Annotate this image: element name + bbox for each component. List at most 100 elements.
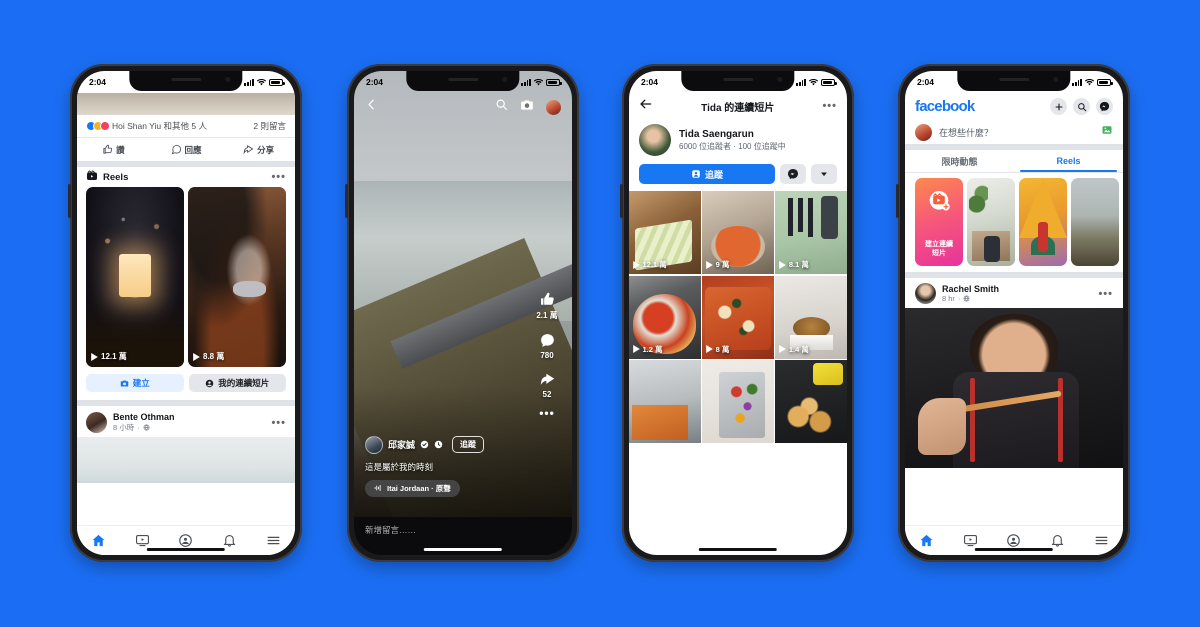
check-badge-icon xyxy=(420,440,429,449)
tab-notifications[interactable] xyxy=(1036,533,1080,548)
reactions-text[interactable]: Hoi Shan Yiu 和其他 5 人 xyxy=(112,120,207,132)
view-count: 1.4 萬 xyxy=(779,344,809,355)
comments-count[interactable]: 2 則留言 xyxy=(253,120,286,132)
comment-placeholder: 新增留言…… xyxy=(365,525,417,535)
messenger-button[interactable] xyxy=(780,164,806,184)
post-image[interactable] xyxy=(905,308,1123,468)
post-menu-icon[interactable]: ••• xyxy=(271,417,286,428)
reel-share-action[interactable]: 52 xyxy=(539,371,556,399)
view-count-label: 12.1 萬 xyxy=(101,352,127,361)
post-author-name[interactable]: Bente Othman xyxy=(113,412,175,422)
create-reel-label: 建立連續 短片 xyxy=(925,240,953,257)
tab-video[interactable] xyxy=(121,533,165,548)
reel-more-action[interactable]: ••• xyxy=(539,407,555,419)
front-camera xyxy=(225,77,231,82)
ellipsis-icon[interactable]: ••• xyxy=(822,101,837,112)
reel-comment-action[interactable]: 780 xyxy=(539,332,556,360)
avatar[interactable] xyxy=(86,412,107,433)
search-icon[interactable] xyxy=(1073,98,1090,115)
tab-video[interactable] xyxy=(949,533,993,548)
post-menu-icon[interactable]: ••• xyxy=(1098,288,1113,299)
more-options-button[interactable] xyxy=(811,164,837,184)
reel-like-action[interactable]: 2.1 萬 xyxy=(536,291,558,321)
tab-reels[interactable]: Reels xyxy=(1014,150,1123,172)
post-meta: 8 hr · xyxy=(942,294,999,303)
reel-view-count: 12.1 萬 xyxy=(91,351,127,362)
grid-cell[interactable]: 8 萬 xyxy=(702,275,774,359)
reel-author-name[interactable]: 邱家誠 xyxy=(388,438,415,451)
tab-stories[interactable]: 限時動態 xyxy=(905,150,1014,172)
battery-icon xyxy=(1097,78,1113,86)
grid-cell[interactable] xyxy=(702,360,774,443)
reel-thumbnail[interactable]: 12.1 萬 xyxy=(86,187,184,367)
follow-button[interactable]: 追蹤 xyxy=(452,436,485,453)
tab-home[interactable] xyxy=(905,533,949,548)
my-reels-label: 我的連續短片 xyxy=(218,378,270,388)
search-icon[interactable] xyxy=(495,98,508,116)
reels-cta-row: 建立 我的連續短片 xyxy=(77,367,295,400)
home-indicator xyxy=(698,547,778,551)
comment-label: 回應 xyxy=(184,144,202,155)
status-composer[interactable]: 在想些什麼？ xyxy=(905,120,1123,144)
follow-button[interactable]: 追蹤 xyxy=(639,164,775,184)
avatar[interactable] xyxy=(915,283,936,304)
grid-cell[interactable]: 8.1 萬 xyxy=(775,191,847,274)
reels-carousel: 建立連續 短片 xyxy=(905,173,1123,272)
back-arrow-icon[interactable] xyxy=(365,98,378,116)
comment-button[interactable]: 回應 xyxy=(150,138,223,161)
photo-icon[interactable] xyxy=(1101,123,1113,141)
tab-home[interactable] xyxy=(77,533,121,548)
reels-unit-header: Reels ••• xyxy=(77,167,295,187)
home-indicator xyxy=(974,547,1054,551)
avatar[interactable] xyxy=(915,123,932,141)
tab-menu[interactable] xyxy=(251,533,295,548)
back-arrow-icon[interactable] xyxy=(639,97,653,116)
share-button[interactable]: 分享 xyxy=(222,138,295,161)
view-count-label: 8.8 萬 xyxy=(203,352,225,361)
ellipsis-icon[interactable]: ••• xyxy=(271,172,286,183)
tab-groups[interactable] xyxy=(992,533,1036,548)
notch xyxy=(957,71,1071,91)
speaker-slot xyxy=(170,78,201,81)
grid-cell[interactable]: 1.4 萬 xyxy=(775,275,847,359)
post-reactions-row: Hoi Shan Yiu 和其他 5 人 2 則留言 xyxy=(77,115,295,137)
avatar[interactable] xyxy=(639,124,671,156)
grid-cell[interactable] xyxy=(775,360,847,443)
avatar[interactable] xyxy=(546,99,561,115)
plus-icon[interactable] xyxy=(1050,98,1067,115)
phone-reel-screen: 2:04 2.1 萬 780 52 ••• 邱家誠 追蹤 這是屬於我的時刻 It… xyxy=(354,71,572,555)
reel-card[interactable] xyxy=(1019,178,1067,266)
reaction-icons xyxy=(86,121,110,131)
like-button[interactable]: 讚 xyxy=(77,138,150,161)
grid-cell[interactable]: 12.1 萬 xyxy=(629,191,701,274)
music-label: Itai Jordaan · 原聲 xyxy=(387,483,451,493)
reel-card[interactable] xyxy=(967,178,1015,266)
grid-cell[interactable]: 9 萬 xyxy=(702,191,774,274)
create-reel-card[interactable]: 建立連續 短片 xyxy=(915,178,963,266)
avatar[interactable] xyxy=(365,435,383,454)
reel-thumbnail[interactable]: 8.8 萬 xyxy=(188,187,286,367)
reel-meta: 邱家誠 追蹤 這是屬於我的時刻 Itai Jordaan · 原聲 xyxy=(365,435,526,498)
clock-icon xyxy=(434,440,443,449)
facebook-logo[interactable]: facebook xyxy=(915,98,975,115)
post-action-bar: 讚 回應 分享 xyxy=(77,138,295,161)
camera-icon[interactable] xyxy=(520,98,534,117)
grid-cell[interactable]: 1.2 萬 xyxy=(629,275,701,359)
my-reels-button[interactable]: 我的連續短片 xyxy=(188,374,286,392)
tab-notifications[interactable] xyxy=(208,533,252,548)
post-author-name[interactable]: Rachel Smith xyxy=(942,284,999,294)
messenger-icon[interactable] xyxy=(1096,98,1113,115)
post-time: 8 hr xyxy=(942,294,955,303)
view-count: 9 萬 xyxy=(706,259,729,270)
tab-groups[interactable] xyxy=(164,533,208,548)
reel-music-tag[interactable]: Itai Jordaan · 原聲 xyxy=(365,479,460,497)
grid-cell[interactable] xyxy=(629,360,701,443)
tab-menu[interactable] xyxy=(1079,533,1123,548)
create-reel-label: 建立 xyxy=(132,378,150,388)
reel-author-row: 邱家誠 追蹤 xyxy=(365,435,526,454)
reel-card[interactable] xyxy=(1071,178,1119,266)
create-reel-button[interactable]: 建立 xyxy=(86,374,184,392)
status-indicators xyxy=(1072,78,1113,86)
reel-top-bar xyxy=(354,93,572,121)
notch xyxy=(406,71,520,91)
